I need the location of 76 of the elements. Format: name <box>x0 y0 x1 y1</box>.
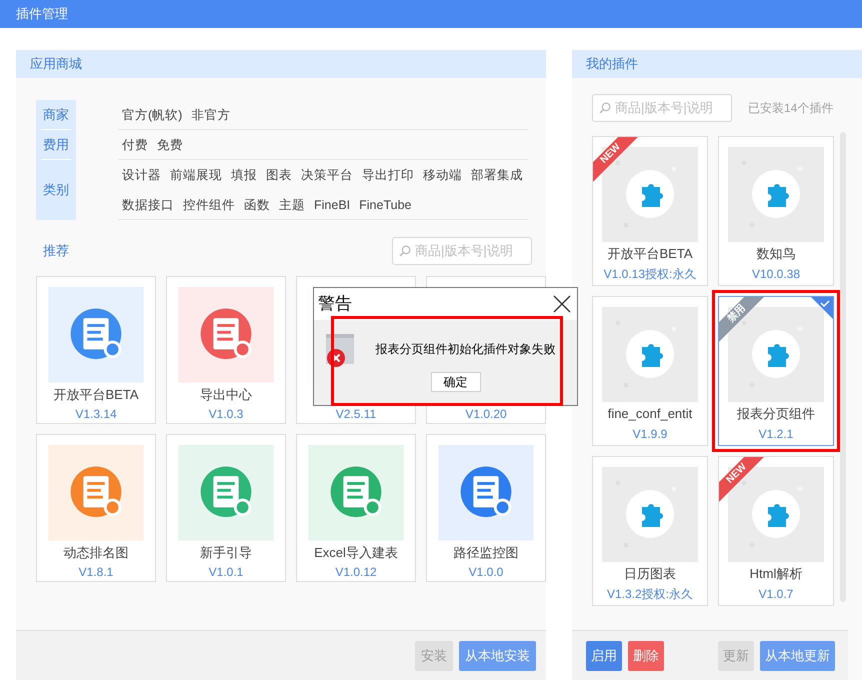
plugin-card[interactable]: 动态排名图 V1.8.1 <box>36 434 156 582</box>
plugin-card[interactable]: 路径监控图 V1.0.0 <box>426 434 546 582</box>
dialog-title: 警告 <box>318 293 352 316</box>
plugin-version: V10.0.38 <box>752 266 800 282</box>
filter-option[interactable]: 部署集成 <box>471 160 523 190</box>
filter-option[interactable]: 控件组件 <box>183 190 235 220</box>
filter-option[interactable]: 填报 <box>231 160 257 190</box>
filter-option[interactable]: 前端展现 <box>170 160 222 190</box>
plugin-version: V1.0.13授权:永久 <box>604 266 696 282</box>
plugin-name: 导出中心 <box>200 386 252 404</box>
puzzle-icon <box>602 467 698 562</box>
filter-option[interactable]: 导出打印 <box>362 160 414 190</box>
filter-option[interactable]: 移动端 <box>423 160 462 190</box>
search-icon <box>599 100 611 116</box>
filter-label: 费用 <box>43 136 69 154</box>
filter-option[interactable]: 付费 <box>122 130 148 160</box>
plugin-name: 日历图表 <box>623 565 677 583</box>
close-icon[interactable] <box>553 295 571 313</box>
filter-option[interactable]: 数据接口 <box>122 190 174 220</box>
filter-label: 商家 <box>43 106 69 124</box>
filter-option[interactable]: 函数 <box>244 190 270 220</box>
panel-title: 应用商城 <box>30 55 82 74</box>
plugin-card[interactable]: 导出中心 V1.0.3 <box>166 276 286 424</box>
plugin-name: Excel导入建表 <box>314 544 398 562</box>
plugin-version: V1.0.7 <box>758 586 794 602</box>
plugin-version: V1.3.14 <box>75 406 117 423</box>
filter-option[interactable]: 设计器 <box>122 160 161 190</box>
filter-option[interactable]: 免费 <box>157 130 183 160</box>
scrollbar[interactable] <box>840 132 846 602</box>
plugin-card[interactable]: Excel导入建表 V1.0.12 <box>296 434 416 582</box>
puzzle-icon <box>602 307 698 402</box>
plugin-card[interactable]: 报表分页组件 V1.2.1 禁用 <box>718 296 834 446</box>
search-field[interactable]: 商品|版本号|说明 <box>592 94 732 122</box>
filter-option[interactable]: FineTube <box>359 190 412 220</box>
plugin-version: V2.5.11 <box>336 406 376 423</box>
enable-button[interactable]: 启用 <box>586 640 622 670</box>
filter-option[interactable]: 决策平台 <box>301 160 353 190</box>
filter-option[interactable]: 非官方 <box>191 100 230 130</box>
plugin-version: V1.2.1 <box>758 426 794 442</box>
panel-title: 我的插件 <box>586 55 638 74</box>
window-title: 插件管理 <box>16 5 68 24</box>
plugin-name: 路径监控图 <box>454 544 518 562</box>
filter-option[interactable]: FineBI <box>314 190 350 220</box>
plugin-name: 开放平台BETA <box>606 245 694 263</box>
error-message: 报表分页组件初始化插件对象失败 <box>376 341 556 358</box>
plugin-name: fine_conf_entit <box>606 405 694 423</box>
filter-option[interactable]: 官方(帆软) <box>122 100 182 130</box>
installed-count: 已安装14个插件 <box>748 100 834 117</box>
plugin-card[interactable]: 开放平台BETA V1.3.14 <box>36 276 156 424</box>
filter-option[interactable]: 图表 <box>266 160 292 190</box>
filter-option[interactable]: 主题 <box>279 190 305 220</box>
section-label[interactable]: 推荐 <box>36 241 76 261</box>
ok-button[interactable]: 确定 <box>430 372 480 392</box>
plugin-card[interactable]: 新手引导 V1.0.1 <box>166 434 286 582</box>
plugin-name: 开放平台BETA <box>54 386 138 404</box>
plugin-card[interactable]: fine_conf_entit V1.9.9 <box>592 296 708 446</box>
checkmark-icon <box>811 297 833 319</box>
plugin-name: 数知鸟 <box>756 245 796 263</box>
puzzle-icon <box>728 147 824 242</box>
plugin-name: Html解析 <box>748 565 804 583</box>
plugin-version: V1.0.12 <box>335 564 377 581</box>
plugin-version: V1.3.2授权:永久 <box>606 586 694 602</box>
plugin-version: V1.0.3 <box>208 406 244 423</box>
plugin-version: V1.8.1 <box>78 564 114 581</box>
plugin-version: V1.9.9 <box>632 426 668 442</box>
plugin-card[interactable]: 数知鸟 V10.0.38 <box>718 136 834 286</box>
plugin-card[interactable]: 日历图表 V1.3.2授权:永久 <box>592 456 708 606</box>
plugin-name: 新手引导 <box>200 544 252 562</box>
search-icon <box>399 243 411 259</box>
plugin-version: V1.0.1 <box>208 564 244 581</box>
filter-label: 类别 <box>43 181 69 200</box>
plugin-version: V1.0.20 <box>465 406 507 423</box>
plugin-name: 报表分页组件 <box>736 405 816 423</box>
plugin-name: 动态排名图 <box>64 544 128 562</box>
plugin-version: V1.0.0 <box>468 564 504 581</box>
search-field[interactable]: 商品|版本号|说明 <box>392 237 532 265</box>
